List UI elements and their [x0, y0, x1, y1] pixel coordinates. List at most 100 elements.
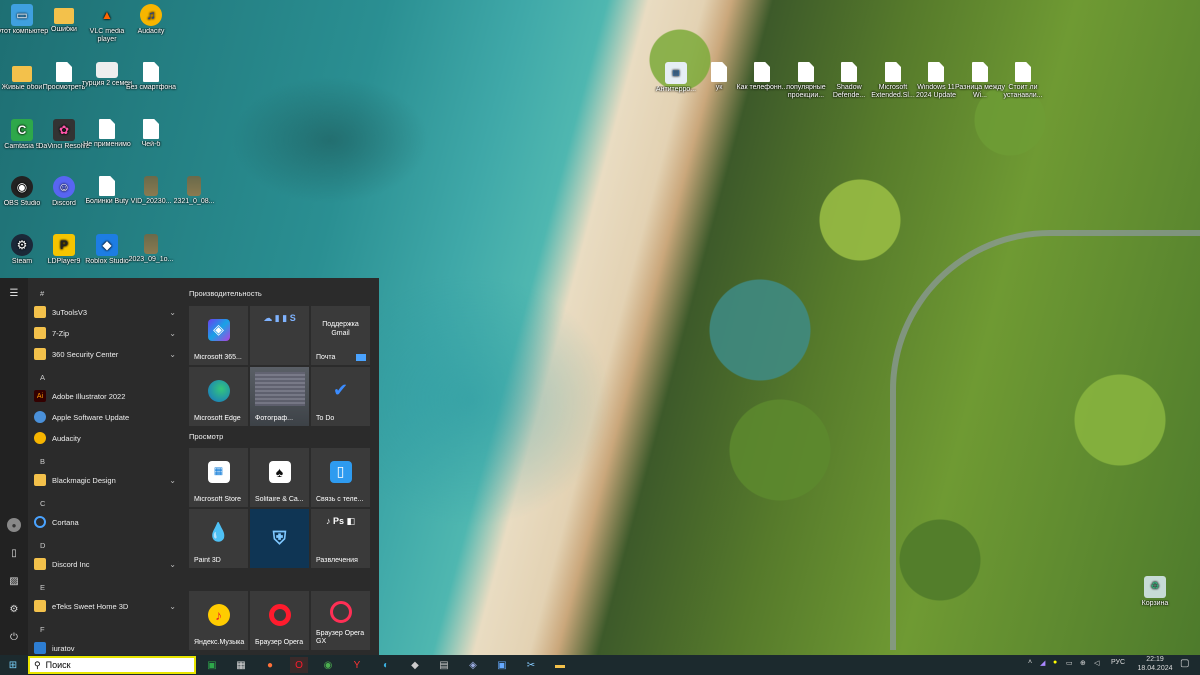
tile-opera-gx[interactable]: Браузер Opera GX — [311, 591, 370, 650]
tile-microsoft-store[interactable]: ▦ Microsoft Store — [189, 448, 248, 507]
app-item-3utools[interactable]: 3uToolsV3 ⌄ — [34, 303, 180, 321]
phone-link-icon: ▯ — [329, 460, 352, 483]
tile-phone-link[interactable]: ▯ Связь с теле... — [311, 448, 370, 507]
desktop-icon-no-smartphone[interactable]: Без смартфона — [124, 62, 178, 92]
tiles-area: Производительность ◈ Microsoft 365... ☁ ▮… — [185, 278, 379, 655]
folder-icon — [34, 348, 46, 360]
start-rail: ☰ ● ▯ ▨ ⚙ ⏻ — [0, 278, 28, 655]
folder-icon — [34, 600, 46, 612]
settings-gear-icon[interactable]: ⚙ — [7, 602, 21, 616]
documents-icon[interactable]: ▯ — [7, 546, 21, 560]
pictures-icon[interactable]: ▨ — [7, 574, 21, 588]
edge-icon[interactable]: ◐ — [377, 657, 395, 673]
paint3d-icon: 💧 — [207, 522, 230, 543]
tile-mail[interactable]: Поддержка Gmail Почта — [311, 306, 370, 365]
chevron-down-icon: ⌄ — [169, 328, 176, 338]
snipping-icon[interactable]: ✂ — [522, 657, 540, 673]
network-icon[interactable]: ⊕ — [1080, 659, 1086, 667]
desktop-icon-should-install[interactable]: Стоит ли устанавли... — [996, 62, 1050, 100]
terminal-icon[interactable]: ◆ — [406, 657, 424, 673]
app-item-audacity[interactable]: Audacity — [34, 429, 180, 447]
windows-start-icon[interactable]: ⊞ — [4, 657, 22, 673]
app-item-360-security[interactable]: 360 Security Center ⌄ — [34, 345, 180, 363]
app-item-sweet-home[interactable]: eTeks Sweet Home 3D ⌄ — [34, 597, 180, 615]
opera-gx-icon — [329, 600, 352, 623]
apple-update-icon — [34, 411, 46, 423]
folder-icon — [34, 306, 46, 318]
tile-security[interactable]: ⛨ — [250, 509, 309, 568]
virtualbox-icon[interactable]: ▣ — [493, 657, 511, 673]
office-apps-icon: ☁ ▮ ▮ S — [263, 312, 296, 323]
edge-icon — [207, 379, 230, 402]
tile-microsoft-365[interactable]: ◈ Microsoft 365... — [189, 306, 248, 365]
tile-paint-3d[interactable]: 💧 Paint 3D — [189, 509, 248, 568]
tile-todo[interactable]: ✔ To Do — [311, 367, 370, 426]
battery-icon[interactable]: ▭ — [1066, 659, 1073, 667]
letter-header[interactable]: F — [40, 625, 45, 634]
tile-photos[interactable]: Фотограф... — [250, 367, 309, 426]
search-box[interactable]: ⚲ Поиск — [28, 656, 196, 674]
letter-header[interactable]: C — [40, 499, 45, 508]
app-item-illustrator[interactable]: Ai Adobe Illustrator 2022 — [34, 387, 180, 405]
group-title-browse: Просмотр — [189, 432, 224, 441]
file-explorer-icon[interactable]: ▬ — [551, 657, 569, 673]
firefox-icon[interactable]: ● — [261, 657, 279, 673]
desktop-icon-video-3[interactable]: 2023_09_1o... — [124, 234, 178, 264]
audacity-icon — [34, 432, 46, 444]
tile-office-apps[interactable]: ☁ ▮ ▮ S — [250, 306, 309, 365]
power-icon[interactable]: ⏻ — [7, 630, 21, 644]
tile-opera[interactable]: Браузер Opera — [250, 591, 309, 650]
clock[interactable]: 22:19 18.04.2024 — [1134, 655, 1176, 673]
tile-yandex-music[interactable]: ♪ Яндекс.Музыка — [189, 591, 248, 650]
folder-icon — [34, 474, 46, 486]
folder-icon — [34, 327, 46, 339]
tray-app-icon[interactable]: ● — [1053, 659, 1057, 666]
tile-solitaire[interactable]: ♠ Solitaire & Ca... — [250, 448, 309, 507]
yandex-icon[interactable]: Y — [348, 657, 366, 673]
chevron-up-icon[interactable]: ˄ — [1028, 659, 1032, 666]
letter-header[interactable]: B — [40, 457, 45, 466]
group-title-productivity: Производительность — [189, 289, 262, 298]
desktop-icon-audacity[interactable]: ♫ Audacity — [124, 4, 178, 36]
m365-icon: ◈ — [207, 318, 230, 341]
hamburger-icon[interactable]: ☰ — [7, 286, 21, 300]
notifications-icon[interactable]: ▢ — [1180, 658, 1189, 669]
cortana-icon — [34, 516, 46, 528]
user-avatar-icon[interactable]: ● — [7, 518, 21, 532]
taskbar: ⊞ ⚲ Поиск ▣ ▦ ● O ◉ Y ◐ ◆ ▤ ◈ ▣ ✂ ▬ ˄ ◢ ●… — [0, 655, 1200, 675]
desktop-icon-video-2[interactable]: 2321_0_08... — [167, 176, 221, 206]
language-indicator[interactable]: РУС — [1111, 659, 1125, 666]
chevron-down-icon: ⌄ — [169, 559, 176, 569]
chevron-down-icon: ⌄ — [169, 601, 176, 611]
search-input[interactable]: Поиск — [46, 660, 71, 670]
app-item-blackmagic[interactable]: Blackmagic Design ⌄ — [34, 471, 180, 489]
start-menu: ☰ ● ▯ ▨ ⚙ ⏻ # 3uToolsV3 ⌄ 7-Zip ⌄ 360 Secu… — [0, 278, 379, 655]
app-item-cortana[interactable]: Cortana — [34, 513, 180, 531]
letter-header[interactable]: A — [40, 373, 45, 382]
chevron-down-icon: ⌄ — [169, 349, 176, 359]
tray-app-icon[interactable]: ◢ — [1040, 659, 1045, 667]
desktop-icon-whose[interactable]: Чей-б — [124, 119, 178, 149]
desktop-icon-recycle-bin[interactable]: ♻ Корзина — [1128, 576, 1182, 608]
shield-icon: ⛨ — [272, 528, 287, 548]
store-icon[interactable]: ▦ — [232, 657, 250, 673]
clock-time: 22:19 — [1146, 656, 1164, 663]
app-item-discord-inc[interactable]: Discord Inc ⌄ — [34, 555, 180, 573]
letter-header[interactable]: D — [40, 541, 45, 550]
app-icon[interactable]: ◈ — [464, 657, 482, 673]
letter-header[interactable]: E — [40, 583, 45, 592]
camtasia-icon[interactable]: ▣ — [203, 657, 221, 673]
volume-icon[interactable]: ◁ — [1094, 659, 1099, 667]
app-item-7zip[interactable]: 7-Zip ⌄ — [34, 324, 180, 342]
app-item-iuratov[interactable]: iuratov — [34, 639, 180, 655]
app-item-apple-update[interactable]: Apple Software Update — [34, 408, 180, 426]
tile-microsoft-edge[interactable]: Microsoft Edge — [189, 367, 248, 426]
tile-entertainment[interactable]: ♪ Ps ◧ Развлечения — [311, 509, 370, 568]
opera-icon — [268, 603, 291, 626]
yandex-music-icon: ♪ — [207, 603, 230, 626]
chrome-icon[interactable]: ◉ — [319, 657, 337, 673]
opera-gx-icon[interactable]: O — [290, 657, 308, 673]
calculator-icon[interactable]: ▤ — [435, 657, 453, 673]
store-icon: ▦ — [207, 460, 230, 483]
letter-header[interactable]: # — [40, 289, 44, 298]
